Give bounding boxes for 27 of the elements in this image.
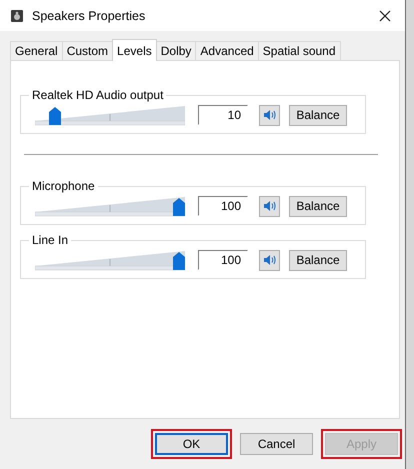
balance-button[interactable]: Balance xyxy=(289,196,347,216)
tab[interactable]: Spatial sound xyxy=(258,41,341,60)
close-icon[interactable] xyxy=(379,10,391,22)
mute-button[interactable] xyxy=(259,250,280,270)
group-label: Microphone xyxy=(31,179,96,193)
level-field[interactable]: 100 xyxy=(198,196,248,216)
group-label: Line In xyxy=(31,233,70,247)
group-label: Realtek HD Audio output xyxy=(31,88,164,102)
balance-button[interactable]: Balance xyxy=(289,250,347,270)
tab[interactable]: Levels xyxy=(112,39,157,61)
dialog-button[interactable]: Cancel xyxy=(240,433,313,455)
slider-thumb[interactable] xyxy=(173,252,185,270)
slider-thumb[interactable] xyxy=(173,198,185,216)
balance-button[interactable]: Balance xyxy=(289,104,347,126)
speaker-icon xyxy=(10,8,24,22)
slider-thumb[interactable] xyxy=(48,107,61,125)
mute-button[interactable] xyxy=(259,196,280,216)
window-title: Speakers Properties xyxy=(32,8,146,22)
level-field[interactable]: 100 xyxy=(198,250,248,270)
mute-button[interactable] xyxy=(259,104,280,126)
level-field[interactable]: 10 xyxy=(198,105,248,125)
volume-slider[interactable] xyxy=(35,249,185,271)
dialog-button[interactable]: OK xyxy=(155,433,228,455)
volume-slider[interactable] xyxy=(35,104,185,126)
tab[interactable]: Dolby xyxy=(156,41,196,60)
tab[interactable]: General xyxy=(10,41,63,60)
volume-slider[interactable] xyxy=(35,195,185,217)
